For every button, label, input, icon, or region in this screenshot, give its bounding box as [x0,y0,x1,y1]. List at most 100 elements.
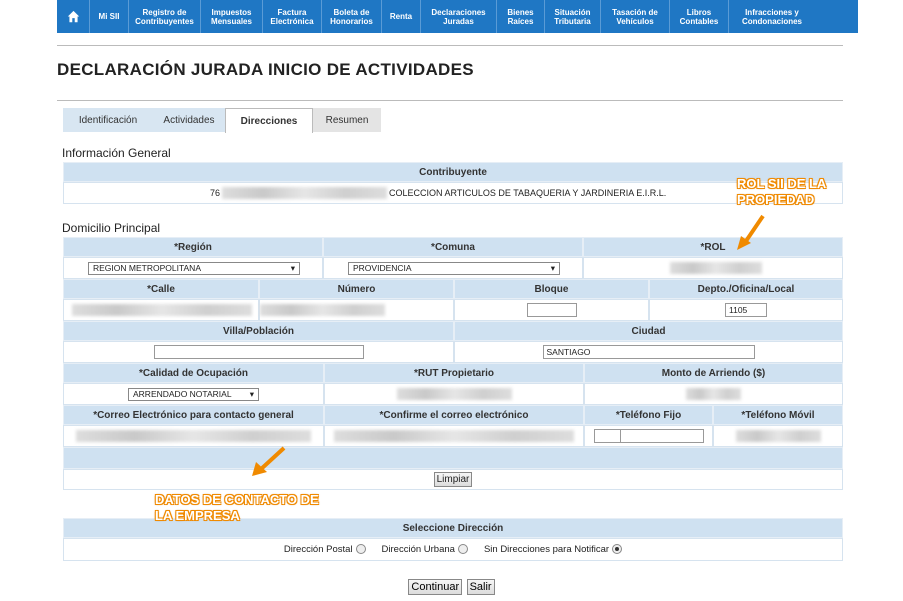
continuar-button[interactable]: Continuar [408,579,463,595]
tab-identificacion[interactable]: Identificación [63,108,153,132]
comuna-cell: PROVIDENCIA ▾ [323,257,583,279]
calidad-select[interactable]: ARRENDADO NOTARIAL ▾ [128,387,259,401]
ciudad-value: SANTIAGO [546,347,591,357]
tab-direcciones[interactable]: Direcciones [225,108,313,133]
telefono-fijo-input[interactable] [593,429,704,443]
nav-mi-sii[interactable]: Mi SII [90,0,129,33]
monto-arriendo-cell [584,383,843,405]
contribuyente-value: 76 COLECCION ARTICULOS DE TABAQUERIA Y J… [63,182,843,204]
numero-label: Número [259,279,454,299]
comuna-label: *Comuna [323,237,583,257]
bloque-input[interactable] [526,303,577,317]
option-label: Dirección Urbana [381,544,455,555]
monto-arriendo-input[interactable] [686,388,741,400]
depto-input[interactable]: 1105 [725,303,767,317]
nav-tasacion-vehiculos[interactable]: Tasación de Vehículos [601,0,670,33]
calidad-label: *Calidad de Ocupación [63,363,324,383]
top-navigation: Mi SII Registro de Contribuyentes Impues… [57,0,858,33]
annotation-contacto: DATOS DE CONTACTO DE LA EMPRESA [155,492,319,523]
nav-impuestos-mensuales[interactable]: Impuestos Mensuales [201,0,263,33]
divider [57,100,843,101]
confirme-correo-input[interactable] [334,430,574,442]
radio-icon[interactable] [457,544,468,555]
nav-infracciones-condonaciones[interactable]: Infracciones y Condonaciones [729,0,815,33]
telefono-movil-input[interactable] [735,430,821,442]
blank-header-row [63,447,843,469]
option-label: Sin Direcciones para Notificar [483,544,610,555]
nav-libros-contables[interactable]: Libros Contables [670,0,729,33]
direccion-options: Dirección Postal Dirección Urbana Sin Di… [63,538,843,561]
calle-input[interactable] [72,304,252,316]
option-direccion-postal[interactable]: Dirección Postal [284,544,366,555]
rut-propietario-cell [324,383,584,405]
rol-input[interactable] [670,262,762,274]
contribuyente-header: Contribuyente [63,162,843,182]
tab-resumen[interactable]: Resumen [313,108,381,132]
home-icon [67,10,79,23]
salir-button[interactable]: Salir [466,579,495,595]
correo-input[interactable] [76,430,311,442]
rol-cell [583,257,843,279]
nav-declaraciones-juradas[interactable]: Declaraciones Juradas [421,0,497,33]
telefono-movil-cell [713,425,843,447]
correo-label: *Correo Electrónico para contacto genera… [63,405,324,425]
nav-situacion-tributaria[interactable]: Situación Tributaria [545,0,601,33]
nav-boleta-honorarios[interactable]: Boleta de Honorarios [322,0,382,33]
annotation-rol: ROL SII DE LA PROPIEDAD [737,176,827,207]
comuna-value: PROVIDENCIA [353,262,412,273]
calidad-cell: ARRENDADO NOTARIAL ▾ [63,383,324,405]
radio-selected-icon[interactable] [612,544,623,555]
option-sin-direcciones[interactable]: Sin Direcciones para Notificar [483,544,623,555]
limpiar-row: Limpiar [63,469,843,490]
depto-value: 1105 [729,305,748,315]
numero-cell [259,299,454,321]
contribuyente-box: Contribuyente 76 COLECCION ARTICULOS DE … [63,162,843,204]
nav-registro-contribuyentes[interactable]: Registro de Contribuyentes [129,0,201,33]
domicilio-form: *Región *Comuna *ROL REGION METROPOLITAN… [63,237,843,490]
action-buttons: Continuar Salir [0,577,903,595]
depto-label: Depto./Oficina/Local [649,279,843,299]
comuna-select[interactable]: PROVIDENCIA ▾ [348,261,560,275]
telefono-fijo-label: *Teléfono Fijo [584,405,713,425]
option-label: Dirección Postal [283,544,353,555]
ciudad-label: Ciudad [454,321,843,341]
nav-renta[interactable]: Renta [382,0,421,33]
nav-bienes-raices[interactable]: Bienes Raíces [497,0,545,33]
region-cell: REGION METROPOLITANA ▾ [63,257,323,279]
region-select[interactable]: REGION METROPOLITANA ▾ [88,261,300,275]
tab-actividades[interactable]: Actividades [153,108,225,132]
calle-label: *Calle [63,279,259,299]
bloque-label: Bloque [454,279,649,299]
info-general-title: Información General [62,146,171,160]
arrow-icon [737,214,765,250]
domicilio-title: Domicilio Principal [62,221,161,235]
villa-label: Villa/Población [63,321,454,341]
monto-arriendo-label: Monto de Arriendo ($) [584,363,843,383]
seleccione-direccion-box: Seleccione Dirección Dirección Postal Di… [63,518,843,561]
depto-cell: 1105 [649,299,843,321]
numero-input[interactable] [260,304,385,316]
redacted-rut [222,187,388,199]
rol-label: *ROL [583,237,843,257]
region-value: REGION METROPOLITANA [93,262,201,273]
tab-bar: Identificación Actividades Direcciones R… [63,108,381,133]
rut-propietario-label: *RUT Propietario [324,363,584,383]
arrow-icon [252,446,286,476]
calidad-value: ARRENDADO NOTARIAL [133,388,232,399]
rut-prefix: 76 [210,188,221,198]
dropdown-arrow-icon: ▾ [550,262,555,273]
rut-propietario-input[interactable] [396,388,512,400]
telefono-movil-label: *Teléfono Móvil [713,405,843,425]
radio-icon[interactable] [355,544,366,555]
limpiar-button[interactable]: Limpiar [433,472,473,487]
ciudad-input[interactable]: SANTIAGO [542,345,755,359]
nav-factura-electronica[interactable]: Factura Electrónica [263,0,322,33]
telefono-fijo-cell [584,425,713,447]
villa-cell [63,341,454,363]
villa-input[interactable] [153,345,364,359]
bloque-cell [454,299,649,321]
page-title: DECLARACIÓN JURADA INICIO DE ACTIVIDADES [57,60,474,79]
option-direccion-urbana[interactable]: Dirección Urbana [382,544,468,555]
telefono-fijo-prefix[interactable] [595,430,621,442]
nav-home[interactable] [57,0,90,33]
